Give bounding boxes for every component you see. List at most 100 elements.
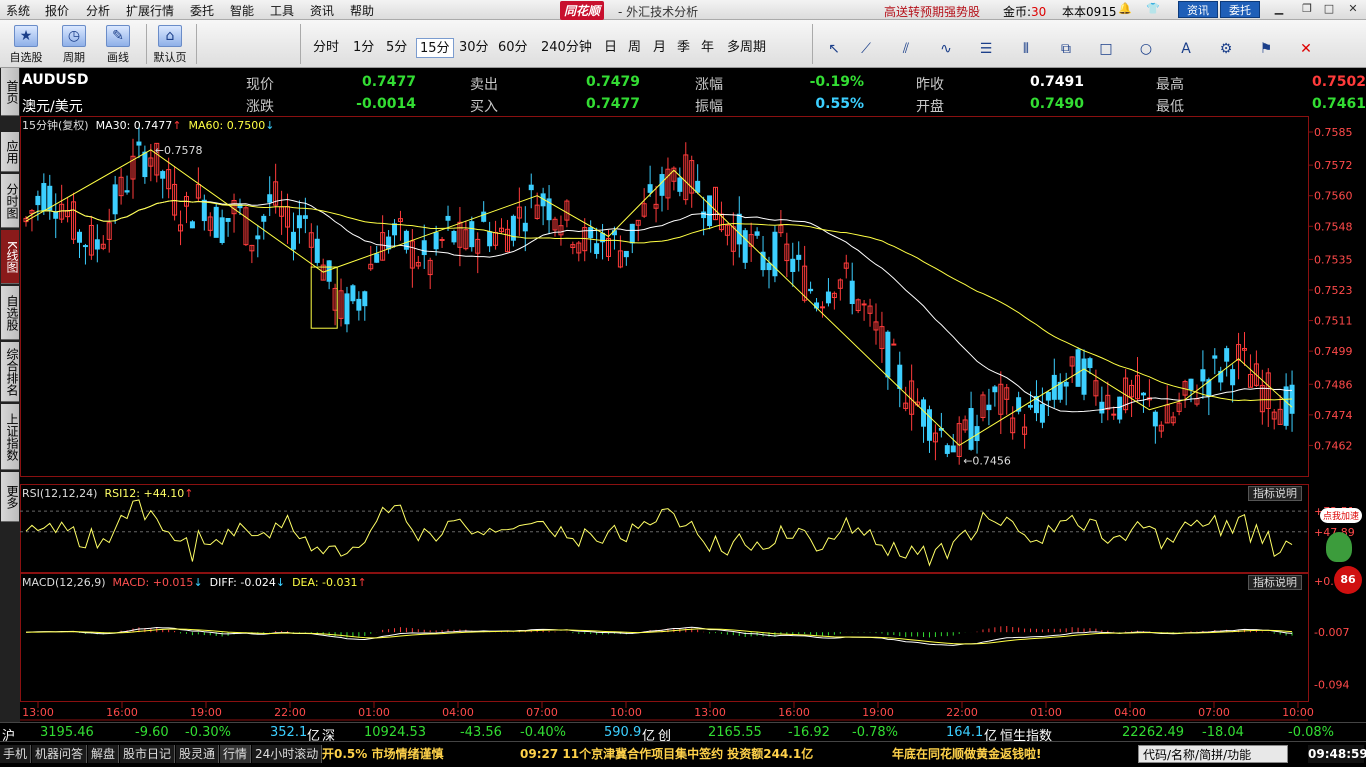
period-5min[interactable]: 5分 [383, 38, 410, 58]
minimize-icon[interactable]: ▁ [1272, 2, 1286, 16]
ma30-legend: MA30: 0.7477 [95, 119, 173, 132]
news-ticker-3[interactable]: 年底在同花顺做黄金返钱啦! [892, 745, 1041, 762]
period-quarter[interactable]: 季 [674, 38, 693, 58]
macd-help-button[interactable]: 指标说明 [1248, 575, 1302, 590]
tab-more[interactable]: 更多 [1, 472, 19, 522]
period-15min[interactable]: 15分 [416, 38, 454, 58]
time-axis-label: 22:00 [946, 706, 978, 719]
period-day[interactable]: 日 [601, 38, 620, 58]
tab-ranking[interactable]: 综合排名 [1, 342, 19, 402]
default-page-button[interactable]: ⌂ 默认页 [152, 22, 188, 66]
candle-body [261, 215, 267, 222]
tab-market-comment[interactable]: 解盘 [88, 745, 120, 763]
menu-news[interactable]: 资讯 [310, 2, 334, 19]
sh-index-price: 3195.46 [40, 725, 94, 740]
news-ticker-1[interactable]: 开0.5% 市场情绪谨慎 [322, 745, 443, 762]
quote-label-row1-1: 卖出 [470, 77, 498, 93]
tab-sh-index[interactable]: 上证指数 [1, 404, 19, 470]
macd-axis-label: -0.007 [1314, 626, 1349, 639]
tab-mobile[interactable]: 手机 [0, 745, 32, 763]
line-tool-icon[interactable]: ⟋ [852, 38, 880, 60]
menu-tools[interactable]: 工具 [270, 2, 294, 19]
menu-system[interactable]: 系统 [6, 2, 30, 19]
tab-stock-wizard[interactable]: 股灵通 [176, 745, 220, 763]
promo-link[interactable]: 高送转预期强势股 [884, 3, 980, 20]
toolbar-divider [812, 24, 813, 64]
chart-area[interactable]: 0.7585 0.7572 0.7560 0.7548 0.7535 0.7523 0.75… [20, 116, 1366, 740]
quote-label-row1-0: 现价 [246, 77, 274, 93]
bell-icon[interactable]: 🔔 [1118, 2, 1132, 16]
period-year[interactable]: 年 [698, 38, 717, 58]
shirt-icon[interactable]: 👕 [1146, 2, 1160, 16]
menu-extended[interactable]: 扩展行情 [126, 2, 174, 19]
period-30min[interactable]: 30分 [456, 38, 492, 58]
candle-body [439, 238, 445, 241]
menu-order[interactable]: 委托 [190, 2, 214, 19]
period-240min[interactable]: 240分钟 [538, 38, 595, 58]
news-button[interactable]: 资讯 [1178, 1, 1218, 18]
kline-chart[interactable]: 0.7585 0.7572 0.7560 0.7548 0.7535 0.7523 0.75… [20, 116, 1366, 740]
candle-body [1117, 396, 1123, 420]
gold-label: 金币: [1003, 5, 1032, 19]
period-button[interactable]: ◷ 周期 [56, 22, 92, 66]
macd-value: MACD: +0.015 [112, 576, 194, 589]
period-week[interactable]: 周 [625, 38, 644, 58]
period-1min[interactable]: 1分 [350, 38, 377, 58]
restore-icon[interactable]: ❐ [1300, 2, 1314, 16]
rectangle-tool-icon[interactable]: □ [1092, 38, 1120, 60]
tab-24h-news[interactable]: 24小时滚动 [252, 745, 323, 763]
cursor-icon[interactable]: ↖ [820, 38, 848, 60]
cycle-tool-icon[interactable]: ⦀ [1012, 38, 1040, 60]
maximize-icon[interactable]: □ [1322, 2, 1336, 16]
parallel-tool-icon[interactable]: ⫽ [892, 38, 920, 60]
tab-apps[interactable]: 应用 [1, 132, 19, 172]
period-60min[interactable]: 60分 [495, 38, 531, 58]
search-input[interactable]: 代码/名称/简拼/功能 [1138, 745, 1288, 763]
quote-label-row2-0: 涨跌 [246, 99, 274, 115]
period-timeshare[interactable]: 分时 [310, 38, 342, 58]
close-icon[interactable]: ✕ [1346, 2, 1360, 16]
candle-body [362, 291, 368, 307]
candle-body [1212, 355, 1218, 359]
tab-stock-diary[interactable]: 股市日记 [120, 745, 176, 763]
trade-button[interactable]: 委托 [1220, 1, 1260, 18]
menu-quote[interactable]: 报价 [45, 2, 69, 19]
tab-watchlist[interactable]: 自选股 [1, 286, 19, 340]
rsi-help-button[interactable]: 指标说明 [1248, 486, 1302, 501]
sh-index-change: -9.60 [135, 725, 169, 740]
quote-label-row2-3: 开盘 [916, 99, 944, 115]
text-tool-icon[interactable]: A [1172, 38, 1200, 60]
period-month[interactable]: 月 [650, 38, 669, 58]
period-label: 周期 [63, 51, 85, 64]
flag-icon[interactable]: ⚑ [1252, 38, 1280, 60]
speedup-badge[interactable]: 点我加速 86 [1318, 506, 1364, 596]
quote-value-row1-0: 0.7477 [361, 74, 416, 90]
price-axis-label: 0.7523 [1314, 284, 1353, 297]
menu-analysis[interactable]: 分析 [86, 2, 110, 19]
wave-tool-icon[interactable]: ∿ [932, 38, 960, 60]
tab-quotes[interactable]: 行情 [220, 745, 252, 763]
delete-icon[interactable]: ✕ [1292, 38, 1320, 60]
channel-tool-icon[interactable]: ⧉ [1052, 38, 1080, 60]
tab-kline[interactable]: K线图 [1, 230, 19, 284]
gear-icon[interactable]: ⚙ [1212, 38, 1240, 60]
rsi-legend: RSI(12,12,24) RSI12: +44.10↑ [22, 487, 193, 500]
period-multi[interactable]: 多周期 [724, 38, 769, 58]
candle-body [481, 211, 487, 222]
arrow-down-icon: ↓ [265, 119, 275, 132]
tab-robot-qa[interactable]: 机器问答 [32, 745, 88, 763]
ellipse-tool-icon[interactable]: ○ [1132, 38, 1160, 60]
candle-body [1039, 404, 1045, 423]
watchlist-button[interactable]: ★ 自选股 [8, 22, 44, 66]
drawline-button[interactable]: ✎ 画线 [100, 22, 136, 66]
news-ticker-2[interactable]: 09:27 11个京津冀合作项目集中签约 投资额244.1亿 [520, 745, 813, 762]
tab-timeshare[interactable]: 分时图 [1, 174, 19, 228]
price-axis-label: 0.7499 [1314, 345, 1353, 358]
menu-help[interactable]: 帮助 [350, 2, 374, 19]
tab-home[interactable]: 首页 [1, 68, 19, 116]
fibonacci-tool-icon[interactable]: ☰ [972, 38, 1000, 60]
symbol-name: 澳元/美元 [22, 99, 83, 115]
quote-value-row1-2: -0.19% [809, 74, 864, 90]
menu-smart[interactable]: 智能 [230, 2, 254, 19]
candle-body [1140, 392, 1146, 396]
